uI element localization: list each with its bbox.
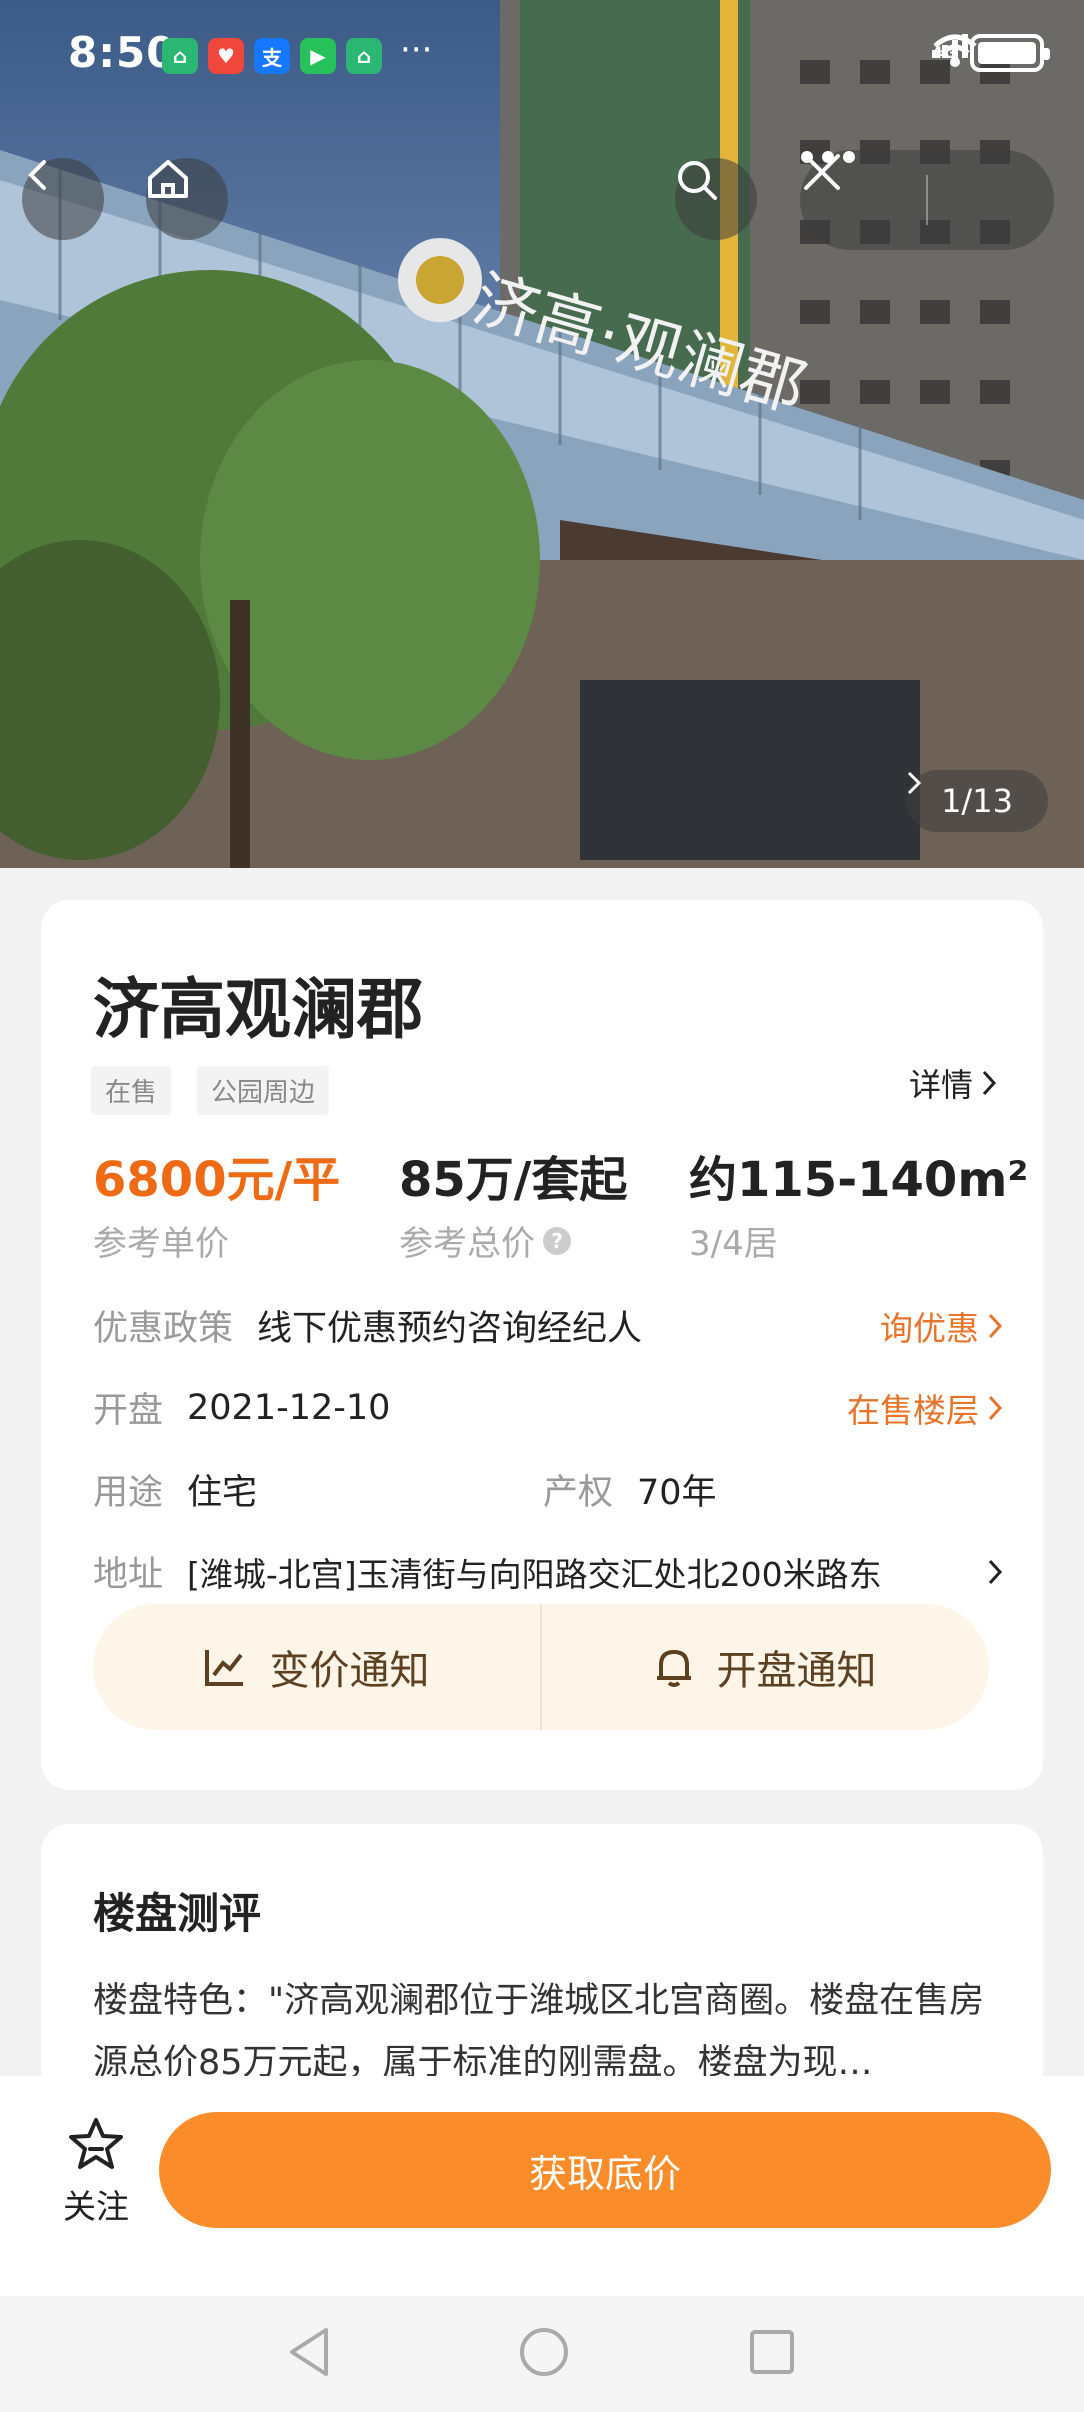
search-icon [678, 161, 717, 200]
chevron-right-icon [907, 771, 922, 795]
price-change-notify-button[interactable]: 变价通知 [93, 1604, 540, 1730]
building-photo: 济高·观澜郡 [0, 0, 1084, 868]
home-icon [148, 160, 188, 198]
total-price-block: 85万/套起 参考总价 ? [399, 1140, 627, 1265]
price-change-label: 变价通知 [269, 1648, 430, 1694]
alipay-app-icon: 支 [254, 38, 290, 74]
unit-price-block: 6800元/平 参考单价 [93, 1140, 340, 1265]
opening-notify-button[interactable]: 开盘通知 [542, 1604, 989, 1730]
tenure-label: 产权 [543, 1473, 614, 1513]
follow-label: 关注 [63, 2187, 129, 2226]
opening-row[interactable]: 开盘 2021-12-10 在售楼层 [93, 1382, 1003, 1433]
get-lowest-price-button[interactable]: 获取底价 [159, 2112, 1051, 2228]
chevron-left-icon [28, 160, 46, 190]
layout-value: 3/4居 [689, 1224, 778, 1264]
star-icon [69, 2118, 123, 2169]
discount-link[interactable]: 询优惠 [880, 1302, 1003, 1350]
discount-label: 优惠政策 [93, 1309, 234, 1349]
address-row[interactable]: 地址 [潍城-北宫]玉清街与向阳路交汇处北200米路东 [93, 1546, 1003, 1597]
status-time: 8:50 [68, 28, 177, 77]
address-label: 地址 [93, 1555, 164, 1595]
area-value: 约115-140m² [689, 1152, 1029, 1208]
nav-recents-icon[interactable] [748, 2324, 796, 2380]
home-app-icon-2: ⌂ [346, 38, 382, 74]
battery-icon [970, 34, 1050, 72]
detail-link-label: 详情 [908, 1066, 973, 1104]
review-text: 楼盘特色："济高观澜郡位于潍城区北宫商圈。楼盘在售房源总价85万元起，属于标准的… [93, 1981, 985, 2080]
bottom-action-bar: 关注 获取底价 [0, 2076, 1084, 2296]
trend-chart-icon [204, 1650, 243, 1686]
total-price-label: 参考总价 [399, 1224, 535, 1264]
review-title: 楼盘测评 [93, 1889, 262, 1938]
project-title: 济高观澜郡 [93, 971, 423, 1048]
status-bar: 8:50 ⌂ ♥ 支 ▶ ⌂ ··· 4G [0, 0, 1084, 110]
home-button[interactable] [146, 158, 228, 240]
project-info-card: 济高观澜郡 在售 公园周边 详情 6800元/平 参考单价 85万/套起 参考总… [41, 900, 1043, 1790]
notification-icons: ⌂ ♥ 支 ▶ ⌂ [162, 38, 382, 74]
capsule-menu [800, 150, 1054, 250]
video-app-icon: ▶ [300, 38, 336, 74]
usage-value: 住宅 [187, 1473, 258, 1513]
chevron-right-icon [988, 1395, 1003, 1420]
unit-price: 6800元/平 [93, 1152, 341, 1208]
discount-row[interactable]: 优惠政策 线下优惠预约咨询经纪人 询优惠 [93, 1300, 1003, 1351]
address-value: [潍城-北宫]玉清街与向阳路交汇处北200米路东 [187, 1554, 882, 1594]
floors-link[interactable]: 在售楼层 [847, 1384, 1003, 1432]
chevron-right-icon [988, 1559, 1003, 1584]
discount-value: 线下优惠预约咨询经纪人 [257, 1309, 643, 1349]
unit-price-label: 参考单价 [93, 1224, 229, 1264]
detail-link[interactable]: 详情 [909, 1060, 997, 1106]
discount-link-label: 询优惠 [880, 1308, 979, 1348]
opening-notify-label: 开盘通知 [716, 1648, 877, 1694]
follow-button[interactable]: 关注 [56, 2116, 136, 2228]
home-app-icon: ⌂ [162, 38, 198, 74]
nav-back-icon[interactable] [286, 2324, 330, 2380]
opening-value: 2021-12-10 [187, 1387, 391, 1428]
tenure-value: 70年 [637, 1473, 717, 1513]
tag-on-sale: 在售 [91, 1066, 172, 1115]
hero-photo[interactable]: 济高·观澜郡 8:50 ⌂ ♥ 支 ▶ ⌂ ··· 4G [0, 0, 1084, 868]
total-price: 85万/套起 [399, 1152, 628, 1208]
system-navigation-bar [0, 2296, 1084, 2412]
area-block: 约115-140m² 3/4居 [689, 1140, 1028, 1265]
usage-row: 用途 住宅 产权 70年 [93, 1464, 1003, 1515]
system-icons: 4G [931, 34, 1050, 72]
help-icon[interactable]: ? [543, 1226, 571, 1255]
bell-icon [656, 1649, 691, 1687]
opening-label: 开盘 [93, 1391, 164, 1431]
gallery-counter[interactable]: 1/13 [906, 770, 1048, 832]
chevron-right-icon [988, 1313, 1003, 1338]
chevron-right-icon [982, 1070, 997, 1096]
project-tags: 在售 公园周边 [91, 1066, 330, 1115]
search-button[interactable] [675, 158, 757, 240]
close-icon [804, 154, 840, 190]
close-button[interactable] [804, 150, 1054, 250]
notify-bar: 变价通知 开盘通知 [93, 1604, 989, 1730]
usage-label: 用途 [93, 1473, 164, 1513]
tag-park: 公园周边 [197, 1066, 330, 1115]
floors-link-label: 在售楼层 [847, 1390, 979, 1430]
back-button[interactable] [22, 158, 104, 240]
nav-home-icon[interactable] [518, 2324, 570, 2380]
pdd-app-icon: ♥ [208, 38, 244, 74]
gallery-counter-text: 1/13 [941, 782, 1013, 820]
more-notifications-icon: ··· [400, 30, 433, 70]
